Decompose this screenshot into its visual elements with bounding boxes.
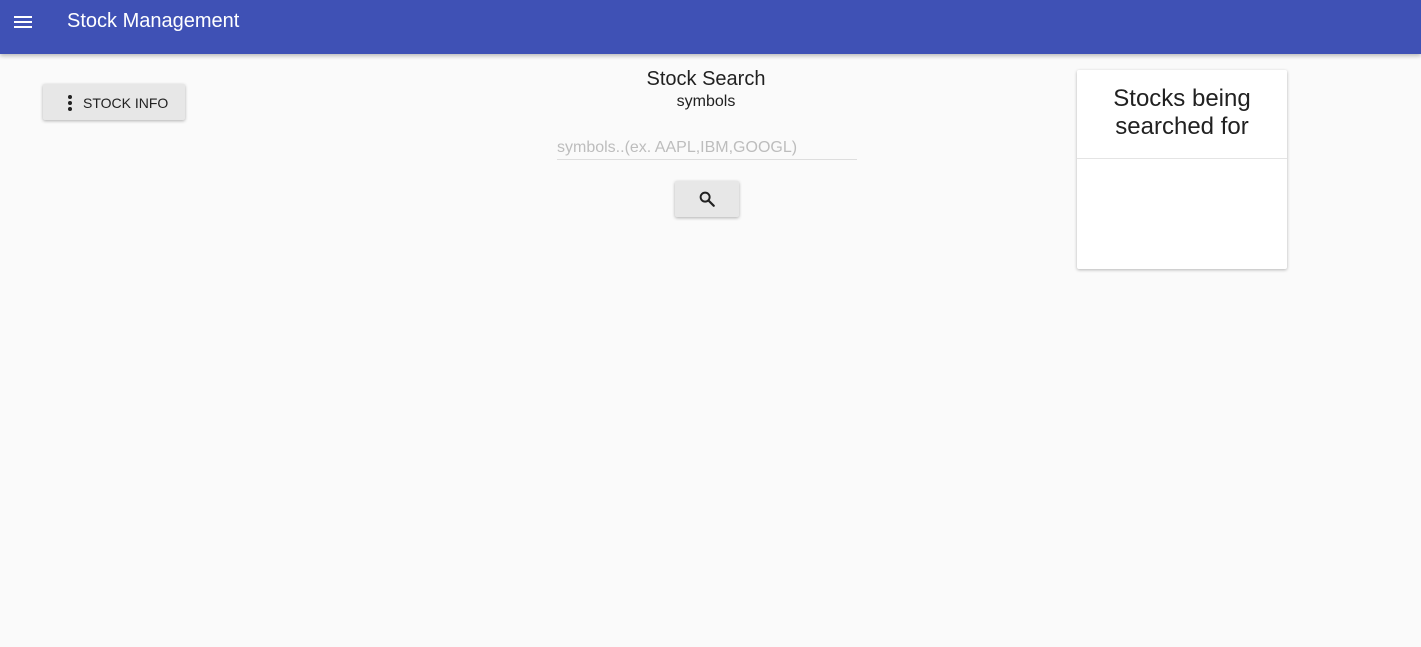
searched-stocks-title: Stocks being searched for <box>1113 85 1251 140</box>
app-toolbar: Stock Management <box>0 0 1421 54</box>
searched-stocks-card: Stocks being searched for <box>1077 70 1287 269</box>
menu-button[interactable] <box>8 7 38 37</box>
search-title: Stock Search <box>646 68 766 90</box>
stock-info-label: STOCK INFO <box>83 95 169 111</box>
search-button[interactable] <box>675 181 739 217</box>
app-title: Stock Management <box>67 10 240 32</box>
symbols-input[interactable] <box>557 136 857 160</box>
search-subtitle: symbols <box>676 93 736 110</box>
search-icon <box>699 191 715 207</box>
searched-stocks-list <box>1077 159 1287 269</box>
stock-info-button[interactable]: STOCK INFO <box>43 84 185 120</box>
more-vertical-icon <box>68 95 72 111</box>
